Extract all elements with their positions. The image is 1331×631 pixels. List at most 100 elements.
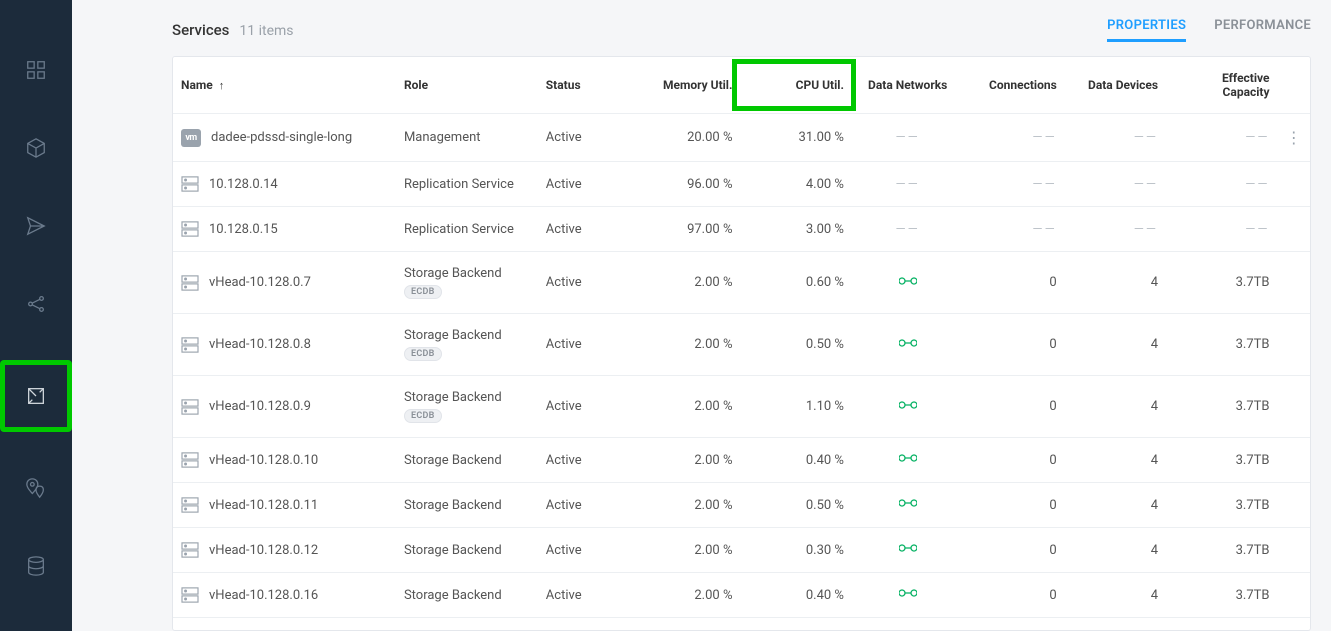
- cell-role: Storage BackendECDB: [396, 252, 538, 314]
- cell-role: Management: [396, 114, 538, 162]
- service-name: 10.128.0.14: [209, 177, 278, 192]
- table-row[interactable]: vHead-10.128.0.12Storage BackendActive2.…: [173, 528, 1310, 573]
- row-menu: [1278, 376, 1310, 438]
- nav-box[interactable]: [14, 126, 58, 170]
- cell-connections: 0: [963, 528, 1064, 573]
- cell-status: Active: [538, 528, 629, 573]
- tab-performance[interactable]: PERFORMANCE: [1214, 18, 1311, 42]
- cell-capacity: ——: [1166, 207, 1277, 252]
- cell-memory: 2.00 %: [629, 252, 740, 314]
- col-capacity[interactable]: Effective Capacity: [1166, 57, 1277, 114]
- service-name: dadee-pdssd-single-long: [211, 130, 352, 145]
- tabs: PROPERTIES PERFORMANCE: [1107, 18, 1311, 42]
- link-icon: [899, 543, 917, 558]
- nav-share[interactable]: [14, 282, 58, 326]
- cell-status: Active: [538, 162, 629, 207]
- link-icon: [899, 588, 917, 603]
- services-table: Name↑ Role Status Memory Util. CPU Util.…: [173, 57, 1310, 631]
- cell-memory: 97.00 %: [629, 207, 740, 252]
- table-row[interactable]: 10.128.0.15Replication ServiceActive97.0…: [173, 207, 1310, 252]
- table-row[interactable]: vm dadee-pdssd-single-long ManagementActiv…: [173, 114, 1310, 162]
- col-connections[interactable]: Connections: [963, 57, 1064, 114]
- empty-value: ——: [896, 222, 920, 237]
- row-menu: [1278, 618, 1310, 631]
- cell-name: vHead-10.128.0.11: [173, 483, 396, 528]
- sort-asc-icon: ↑: [219, 79, 225, 92]
- col-devices[interactable]: Data Devices: [1065, 57, 1166, 114]
- cell-status: Active: [538, 114, 629, 162]
- cell-capacity: 3.7TB: [1166, 314, 1277, 376]
- cell-network: [852, 573, 963, 618]
- cell-status: Active: [538, 252, 629, 314]
- cell-devices: ——: [1065, 207, 1166, 252]
- cell-cpu: 0.50 %: [740, 314, 851, 376]
- row-menu: [1278, 207, 1310, 252]
- table-row[interactable]: vHead-10.128.0.17Storage BackendActive2.…: [173, 618, 1310, 631]
- row-menu: [1278, 573, 1310, 618]
- ecdb-badge: ECDB: [404, 285, 442, 299]
- node-icon: [181, 399, 199, 415]
- pin-icon: [25, 477, 47, 499]
- table-row[interactable]: vHead-10.128.0.9Storage BackendECDBActiv…: [173, 376, 1310, 438]
- page-title: Services: [172, 21, 229, 39]
- table-row[interactable]: vHead-10.128.0.10Storage BackendActive2.…: [173, 438, 1310, 483]
- cell-devices: ——: [1065, 114, 1166, 162]
- cell-network: [852, 252, 963, 314]
- cell-name: vm dadee-pdssd-single-long: [173, 114, 396, 162]
- node-icon: [181, 176, 199, 192]
- cell-network: [852, 376, 963, 438]
- col-networks[interactable]: Data Networks: [852, 57, 963, 114]
- cell-memory: 96.00 %: [629, 162, 740, 207]
- link-icon: [899, 338, 917, 353]
- col-role[interactable]: Role: [396, 57, 538, 114]
- nav-services[interactable]: [0, 360, 72, 432]
- col-memory[interactable]: Memory Util.: [629, 57, 740, 114]
- cell-connections: 0: [963, 438, 1064, 483]
- services-table-card: Name↑ Role Status Memory Util. CPU Util.…: [172, 56, 1311, 631]
- node-icon: [181, 221, 199, 237]
- table-row[interactable]: vHead-10.128.0.11Storage BackendActive2.…: [173, 483, 1310, 528]
- table-row[interactable]: vHead-10.128.0.8Storage BackendECDBActiv…: [173, 314, 1310, 376]
- table-row[interactable]: vHead-10.128.0.7Storage BackendECDBActiv…: [173, 252, 1310, 314]
- cell-memory: 20.00 %: [629, 114, 740, 162]
- cell-role: Storage BackendECDB: [396, 376, 538, 438]
- vm-icon: vm: [181, 129, 201, 147]
- server-icon: [25, 385, 47, 407]
- node-icon: [181, 542, 199, 558]
- row-menu: [1278, 483, 1310, 528]
- nav-send[interactable]: [14, 204, 58, 248]
- cell-devices: ——: [1065, 162, 1166, 207]
- table-row[interactable]: vHead-10.128.0.16Storage BackendActive2.…: [173, 573, 1310, 618]
- cell-name: vHead-10.128.0.7: [173, 252, 396, 314]
- cell-capacity: 3.7TB: [1166, 528, 1277, 573]
- cell-status: Active: [538, 207, 629, 252]
- link-icon: [899, 400, 917, 415]
- cell-status: Active: [538, 618, 629, 631]
- cell-capacity: ——: [1166, 114, 1277, 162]
- main-content: Services 11 items PROPERTIES PERFORMANCE…: [72, 0, 1331, 631]
- col-cpu[interactable]: CPU Util.: [740, 57, 851, 114]
- cell-name: vHead-10.128.0.9: [173, 376, 396, 438]
- tab-properties[interactable]: PROPERTIES: [1107, 18, 1186, 42]
- table-row[interactable]: 10.128.0.14 Replication ServiceActive96.0…: [173, 162, 1310, 207]
- cell-role: Replication Service: [396, 162, 538, 207]
- item-count: 11 items: [239, 23, 293, 39]
- cell-devices: 4: [1065, 376, 1166, 438]
- cell-cpu: 0.60 %: [740, 252, 851, 314]
- col-name[interactable]: Name↑: [173, 57, 396, 114]
- row-menu[interactable]: ⋮: [1278, 114, 1310, 162]
- cell-capacity: 3.7TB: [1166, 618, 1277, 631]
- nav-location[interactable]: [14, 466, 58, 510]
- cell-cpu: 4.00 %: [740, 162, 851, 207]
- cell-status: Active: [538, 483, 629, 528]
- cell-connections: ——: [963, 114, 1064, 162]
- table-header-row: Name↑ Role Status Memory Util. CPU Util.…: [173, 57, 1310, 114]
- cell-role: Storage Backend: [396, 483, 538, 528]
- cell-network: ——: [852, 162, 963, 207]
- nav-storage[interactable]: [14, 544, 58, 588]
- link-icon: [899, 498, 917, 513]
- cell-name: vHead-10.128.0.10: [173, 438, 396, 483]
- cell-cpu: 0.50 %: [740, 483, 851, 528]
- nav-dashboard[interactable]: [14, 48, 58, 92]
- col-status[interactable]: Status: [538, 57, 629, 114]
